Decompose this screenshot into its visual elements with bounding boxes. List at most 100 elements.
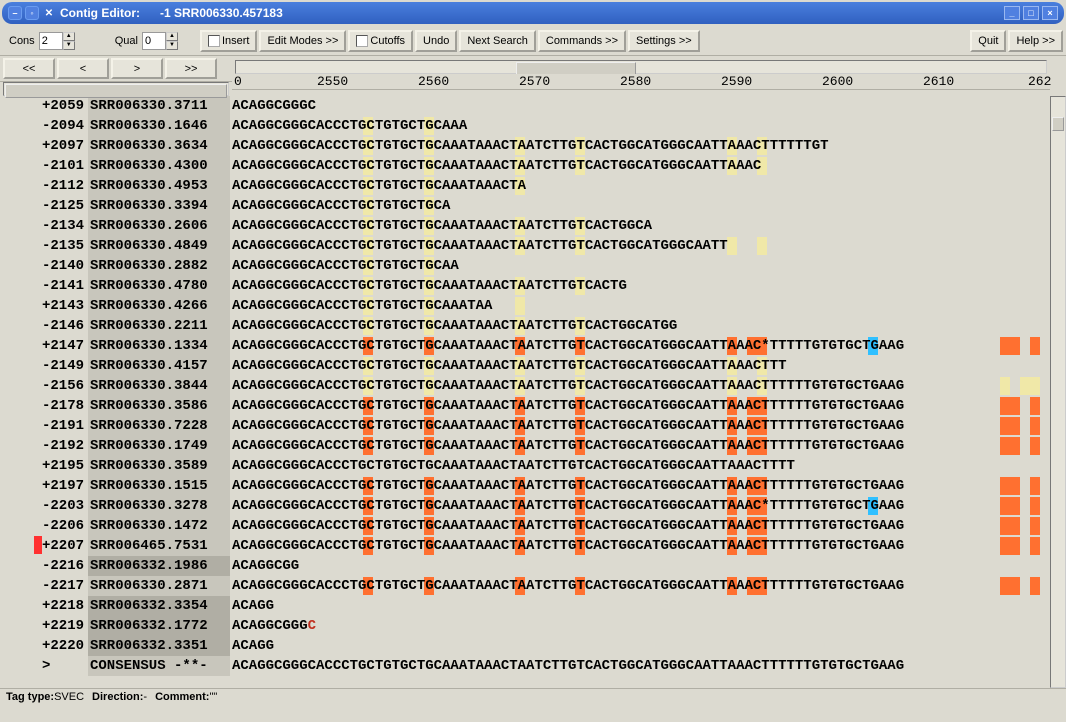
sequence-row[interactable]: ACAGGCGGGCACCCTGCTGTGCTGCAAATAAACTAATCTT… [232,136,1050,156]
read-name[interactable]: SRR006330.2211 [88,316,230,336]
sequence-row[interactable]: ACAGGCGGGCACCCTGCTGTGCTGCAAATAAACTAATCTT… [232,456,1050,476]
sequence-row[interactable]: ACAGGCGG [232,556,1050,576]
read-name[interactable]: SRR006330.4849 [88,236,230,256]
quit-button[interactable]: Quit [970,30,1006,52]
read-name[interactable]: SRR006330.4953 [88,176,230,196]
sequence-row[interactable]: ACAGG [232,636,1050,656]
read-name[interactable]: SRR006332.1772 [88,616,230,636]
insert-button[interactable]: Insert [200,30,258,52]
undo-button[interactable]: Undo [415,30,457,52]
read-names-panel: +2059SRR006330.3711-2094SRR006330.1646+2… [0,96,232,688]
commands-button[interactable]: Commands >> [538,30,626,52]
read-name[interactable]: SRR006330.1749 [88,436,230,456]
sequence-row[interactable]: ACAGGCGGGCACCCTGCTGTGCTGCAAATAAACTAATCTT… [232,276,1050,296]
sequence-row[interactable]: ACAGGCGGGCACCCTGCTGTGCTGCAAATAAACTAATCTT… [232,376,1050,396]
sequence-row[interactable]: ACAGG [232,596,1050,616]
sequence-row[interactable]: ACAGGCGGGCACCCTGCTGTGCTGCAAATAAACTAATCTT… [232,156,1050,176]
qual-down-icon[interactable]: ▼ [166,41,178,50]
insert-checkbox[interactable] [208,35,220,47]
maximize-button[interactable]: □ [1023,6,1039,20]
cons-down-icon[interactable]: ▼ [63,41,75,50]
sequence-row[interactable]: ACAGGCGGGCACCCTGCTGTGCTGCAAATAAACTA [232,176,1050,196]
read-name[interactable]: SRR006330.2871 [88,576,230,596]
sequence-row[interactable]: ACAGGCGGGCACCCTGCTGTGCTGCAAATAAACTAATCTT… [232,236,1050,256]
read-row: -2141SRR006330.4780 [0,276,232,296]
sequence-panel[interactable]: ACAGGCGGGCACAGGCGGGCACCCTGCTGTGCTGCAAAAC… [232,96,1050,688]
cutoffs-checkbox[interactable] [356,35,368,47]
read-name[interactable]: SRR006330.3711 [88,96,230,116]
sequence-row[interactable]: ACAGGCGGGCACCCTGCTGTGCTGCAAATAAACTAATCTT… [232,416,1050,436]
cons-spinner[interactable]: ▲▼ [39,32,75,50]
sequence-row[interactable]: ACAGGCGGGCACCCTGCTGTGCTGCAAATAAACTAATCTT… [232,656,1050,676]
read-name[interactable]: SRR006330.2882 [88,256,230,276]
read-name[interactable]: SRR006330.7228 [88,416,230,436]
read-name[interactable]: SRR006332.3354 [88,596,230,616]
read-name[interactable]: SRR006330.4300 [88,156,230,176]
read-name[interactable]: SRR006330.4780 [88,276,230,296]
minimize-button[interactable]: _ [1004,6,1020,20]
main-hscroll[interactable] [235,60,1047,74]
sequence-row[interactable]: ACAGGCGGGCACCCTGCTGTGCTGCAAATAAACTAATCTT… [232,216,1050,236]
read-name[interactable]: SRR006330.4157 [88,356,230,376]
read-name[interactable]: SRR006330.4266 [88,296,230,316]
sequence-row[interactable]: ACAGGCGGGCACCCTGCTGTGCTGCAAATAAACTAATCTT… [232,356,1050,376]
help-button[interactable]: Help >> [1008,30,1063,52]
next-search-button[interactable]: Next Search [459,30,536,52]
cons-input[interactable] [39,32,63,50]
read-row: -2135SRR006330.4849 [0,236,232,256]
cutoffs-button[interactable]: Cutoffs [348,30,413,52]
read-name[interactable]: SRR006465.7531 [88,536,230,556]
qual-up-icon[interactable]: ▲ [166,32,178,41]
sequence-row[interactable]: ACAGGCGGGC [232,96,1050,116]
sequence-row[interactable]: ACAGGCGGGCACCCTGCTGTGCTGCAAATAAACTAATCTT… [232,396,1050,416]
read-name[interactable]: SRR006330.1646 [88,116,230,136]
nav-prev-button[interactable]: < [57,58,109,79]
sysmenu-expand-icon[interactable]: ◦ [25,6,39,20]
sequence-row[interactable]: ACAGGCGGGCACCCTGCTGTGCTGCAAATAAACTAATCTT… [232,496,1050,516]
sequence-row[interactable]: ACAGGCGGGCACCCTGCTGTGCTGCAAATAAACTAATCTT… [232,336,1050,356]
sequence-row[interactable]: ACAGGCGGGCACCCTGCTGTGCTGCAA [232,256,1050,276]
sysmenu-minimize-icon[interactable]: – [8,6,22,20]
sequence-row[interactable]: ACAGGCGGGCACCCTGCTGTGCTGCAAATAAACTAATCTT… [232,536,1050,556]
read-name[interactable]: SRR006330.3589 [88,456,230,476]
cons-up-icon[interactable]: ▲ [63,32,75,41]
read-name[interactable]: SRR006330.1515 [88,476,230,496]
read-name[interactable]: SRR006332.3351 [88,636,230,656]
read-name[interactable]: SRR006330.3586 [88,396,230,416]
sequence-row[interactable]: ACAGGCGGGCACCCTGCTGTGCTGCAAATAAACTAATCTT… [232,436,1050,456]
read-name[interactable]: SRR006330.3634 [88,136,230,156]
sequence-row[interactable]: ACAGGCGGGCACCCTGCTGTGCTGCAAATAAACTAATCTT… [232,476,1050,496]
nav-first-button[interactable]: << [3,58,55,79]
read-name[interactable]: SRR006330.1472 [88,516,230,536]
nav-next-button[interactable]: > [111,58,163,79]
read-name[interactable]: SRR006332.1986 [88,556,230,576]
close-button[interactable]: × [1042,6,1058,20]
settings-button[interactable]: Settings >> [628,30,700,52]
read-name[interactable]: SRR006330.3394 [88,196,230,216]
cons-label: Cons [3,35,37,47]
edit-modes-button[interactable]: Edit Modes >> [259,30,346,52]
read-row: +2143SRR006330.4266 [0,296,232,316]
left-hscroll[interactable] [3,82,229,96]
sequence-row[interactable]: ACAGGCGGGCACCCTGCTGTGCTGCAAATAAACTAATCTT… [232,316,1050,336]
nav-last-button[interactable]: >> [165,58,217,79]
sequence-row[interactable]: ACAGGCGGGCACCCTGCTGTGCTGCAAATAAACTAATCTT… [232,576,1050,596]
qual-input[interactable] [142,32,166,50]
sequence-row[interactable]: ACAGGCGGGCACCCTGCTGTGCTGCAAA [232,116,1050,136]
read-row: -2140SRR006330.2882 [0,256,232,276]
qual-spinner[interactable]: ▲▼ [142,32,178,50]
sequence-row[interactable]: ACAGGCGGGCACCCTGCTGTGCTGCAAATAAACTAATCTT… [232,516,1050,536]
sequence-row[interactable]: ACAGGCGGGCACCCTGCTGTGCTGCA [232,196,1050,216]
read-row: +2207SRR006465.7531 [0,536,232,556]
read-name[interactable]: SRR006330.2606 [88,216,230,236]
read-row: -2149SRR006330.4157 [0,356,232,376]
read-name[interactable]: SRR006330.3844 [88,376,230,396]
read-name[interactable]: SRR006330.1334 [88,336,230,356]
read-name[interactable]: SRR006330.3278 [88,496,230,516]
sequence-row[interactable]: ACAGGCGGGC [232,616,1050,636]
read-row: +2219SRR006332.1772 [0,616,232,636]
read-row: -2217SRR006330.2871 [0,576,232,596]
sequence-row[interactable]: ACAGGCGGGCACCCTGCTGTGCTGCAAATAA [232,296,1050,316]
read-row: -2178SRR006330.3586 [0,396,232,416]
vertical-scrollbar[interactable] [1050,96,1066,688]
